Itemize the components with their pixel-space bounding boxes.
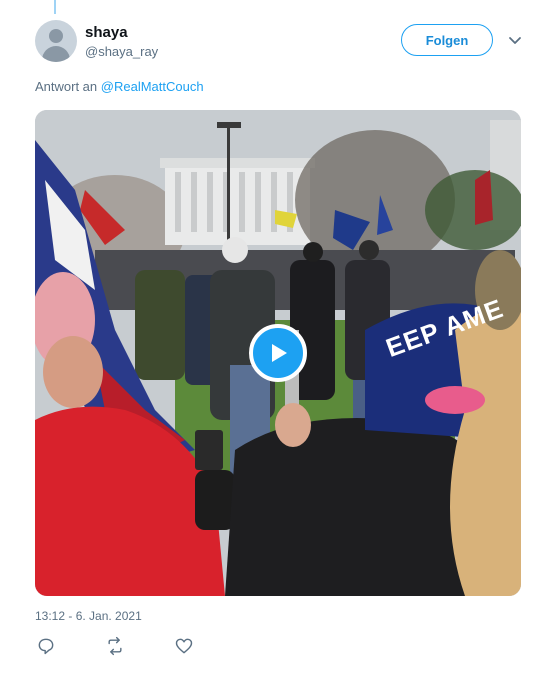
avatar-placeholder-body	[42, 46, 70, 62]
tweet-timestamp[interactable]: 13:12 - 6. Jan. 2021	[35, 609, 142, 623]
video-player[interactable]: EEP AME	[35, 110, 521, 596]
reply-context: Antwort an @RealMattCouch	[35, 79, 204, 94]
reply-mention-link[interactable]: @RealMattCouch	[101, 79, 204, 94]
avatar[interactable]	[35, 20, 77, 62]
reply-prefix: Antwort an	[35, 79, 98, 94]
avatar-placeholder-head	[49, 29, 63, 43]
play-icon	[272, 344, 287, 362]
follow-button[interactable]: Folgen	[401, 24, 493, 56]
thread-connector-line	[54, 0, 56, 14]
author-name[interactable]: shaya	[85, 24, 128, 41]
reply-icon[interactable]	[36, 636, 56, 656]
author-handle[interactable]: @shaya_ray	[85, 44, 158, 59]
chevron-down-icon[interactable]	[506, 34, 524, 48]
retweet-icon[interactable]	[105, 636, 125, 656]
like-icon[interactable]	[174, 636, 194, 656]
play-button[interactable]	[249, 324, 307, 382]
